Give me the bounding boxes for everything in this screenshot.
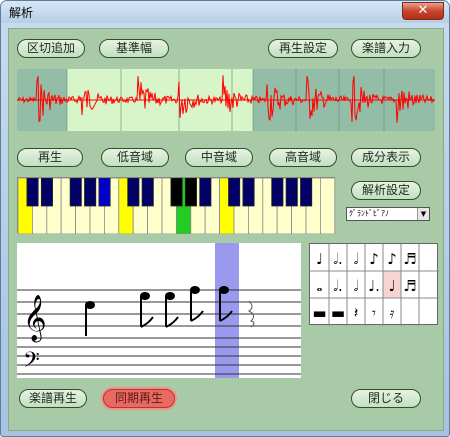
whole-note-icon[interactable]: 𝅝 — [317, 277, 323, 295]
piano-keys[interactable] — [18, 178, 336, 234]
component-display-button[interactable]: 成分表示 — [351, 148, 421, 167]
instrument-select-value: ｸﾞﾗﾝﾄﾞﾋﾟｱﾉ — [349, 209, 389, 218]
note-palette-grid[interactable]: ♩ 𝅗𝅥. 𝅗𝅥 ♪ ♪ ♬ 𝅝 𝅗𝅥. 𝅗𝅥 ♩. ♩ ♬ ▬ ▬ 𝄽 𝄾 𝄿 — [310, 244, 439, 326]
quarter-note-icon[interactable]: ♩ — [316, 250, 323, 268]
dotted-half-note-icon[interactable]: 𝅗𝅥. — [333, 250, 343, 268]
dotted-quarter-note-icon[interactable]: ♩. — [368, 277, 380, 295]
low-range-button[interactable]: 低音域 — [101, 148, 169, 167]
black-key[interactable] — [184, 178, 197, 207]
black-key[interactable] — [98, 178, 111, 207]
white-key[interactable] — [319, 178, 336, 234]
analysis-settings-button[interactable]: 解析設定 — [351, 181, 421, 200]
note-palette[interactable]: ♩ 𝅗𝅥. 𝅗𝅥 ♪ ♪ ♬ 𝅝 𝅗𝅥. 𝅗𝅥 ♩. ♩ ♬ ▬ ▬ 𝄽 𝄾 𝄿 — [309, 243, 439, 326]
window-close-button[interactable]: ✕ — [402, 2, 444, 20]
black-key[interactable] — [127, 178, 140, 207]
score-cursor — [215, 243, 239, 378]
window-title: 解析 — [9, 6, 34, 20]
title-bar[interactable]: 解析 ✕ — [1, 1, 449, 23]
score-play-button[interactable]: 楽譜再生 — [19, 389, 87, 408]
black-key[interactable] — [285, 178, 298, 207]
black-key[interactable] — [40, 178, 53, 207]
score-view[interactable]: 𝄞 𝄢 — [17, 243, 301, 378]
mid-range-button[interactable]: 中音域 — [185, 148, 253, 167]
black-key[interactable] — [84, 178, 97, 207]
black-key[interactable] — [69, 178, 82, 207]
half-note-icon[interactable]: 𝅗𝅥 — [354, 277, 359, 295]
close-button[interactable]: 閉じる — [351, 389, 421, 408]
black-key[interactable] — [242, 178, 255, 207]
black-key[interactable] — [26, 178, 39, 207]
client-area: 区切追加 基準幅 再生設定 楽譜入力 再生 低音域 中音域 高音域 成分表示 解… — [8, 28, 444, 431]
black-key[interactable] — [271, 178, 284, 207]
eighth-rest-icon[interactable]: 𝄾 — [372, 304, 376, 322]
half-rest-icon[interactable]: ▬ — [331, 304, 345, 322]
waveform-display[interactable] — [17, 69, 435, 131]
segment-add-button[interactable]: 区切追加 — [17, 39, 85, 58]
sixteenth-note-icon[interactable]: ♬ — [403, 277, 416, 295]
half-note-icon[interactable]: 𝅗𝅥 — [354, 250, 359, 268]
chevron-down-icon[interactable]: ▼ — [417, 208, 429, 220]
waveform-graph — [17, 69, 435, 131]
reference-width-button[interactable]: 基準幅 — [99, 39, 169, 58]
score-input-button[interactable]: 楽譜入力 — [351, 39, 421, 58]
score-staff: 𝄞 𝄢 — [17, 243, 301, 378]
black-key[interactable] — [141, 178, 154, 207]
analysis-window: 解析 ✕ 区切追加 基準幅 再生設定 楽譜入力 再生 低音域 中音域 高音域 成… — [0, 0, 450, 437]
black-key[interactable] — [300, 178, 313, 207]
eighth-note-icon[interactable]: ♪ — [387, 250, 397, 268]
piano-keyboard[interactable] — [17, 177, 336, 234]
sixteenth-note-icon[interactable]: ♬ — [403, 250, 416, 268]
black-key[interactable] — [170, 178, 183, 207]
whole-rest-icon[interactable]: ▬ — [312, 304, 326, 322]
black-key[interactable] — [199, 178, 212, 207]
play-button[interactable]: 再生 — [17, 148, 83, 167]
dotted-half-note-icon[interactable]: 𝅗𝅥. — [333, 277, 343, 295]
quarter-rest-icon[interactable]: 𝄽 — [354, 304, 359, 322]
quarter-note-icon[interactable]: ♩ — [388, 277, 395, 295]
treble-clef-icon: 𝄞 — [23, 295, 47, 343]
black-key[interactable] — [228, 178, 241, 207]
playback-settings-button[interactable]: 再生設定 — [268, 39, 338, 58]
instrument-select[interactable]: ｸﾞﾗﾝﾄﾞﾋﾟｱﾉ ▼ — [346, 207, 430, 221]
bass-clef-icon: 𝄢 — [23, 348, 40, 378]
high-range-button[interactable]: 高音域 — [269, 148, 337, 167]
eighth-note-icon[interactable]: ♪ — [369, 250, 379, 268]
sync-play-button[interactable]: 同期再生 — [103, 389, 175, 408]
sixteenth-rest-icon[interactable]: 𝄿 — [390, 304, 395, 322]
